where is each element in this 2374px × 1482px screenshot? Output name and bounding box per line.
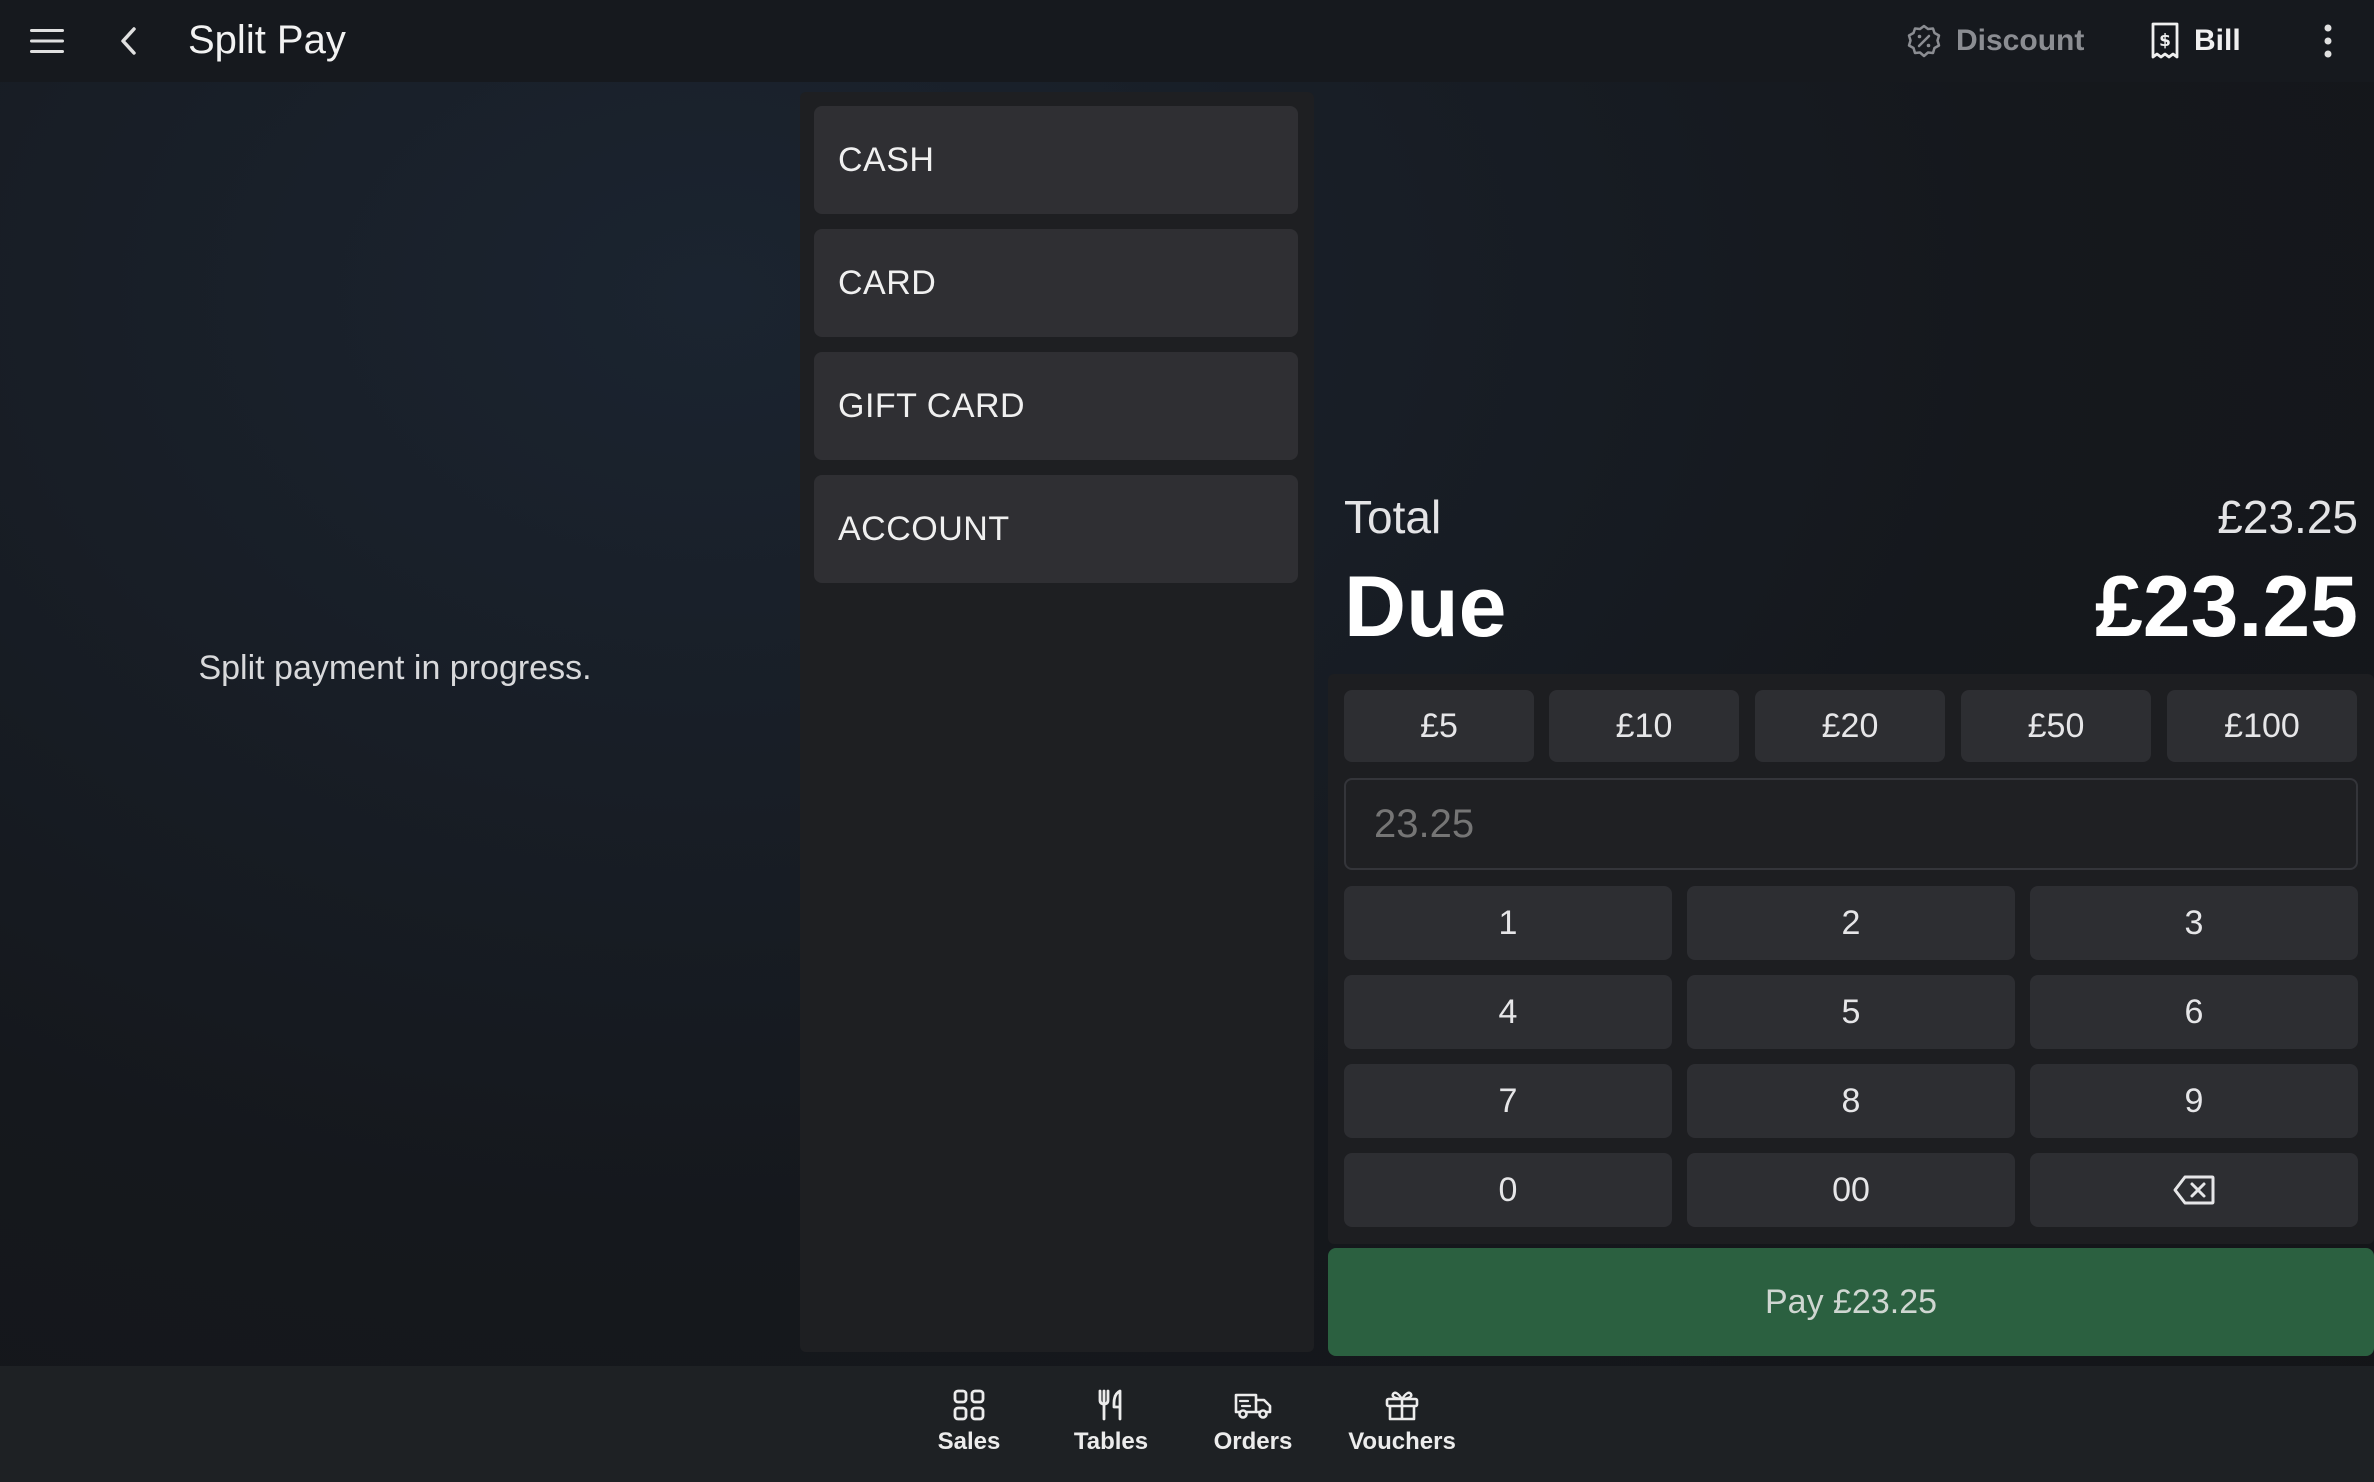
- bill-label: Bill: [2194, 24, 2241, 57]
- due-value: £23.25: [2094, 559, 2358, 655]
- nav-label-vouchers: Vouchers: [1348, 1428, 1456, 1455]
- receipt-dollar-icon: $: [2150, 22, 2180, 60]
- backspace-icon: [2173, 1175, 2215, 1205]
- payment-method-gift-card[interactable]: GIFT CARD: [814, 352, 1298, 460]
- keypad-key-00[interactable]: 00: [1687, 1153, 2015, 1227]
- payment-methods-panel: CASH CARD GIFT CARD ACCOUNT: [800, 92, 1314, 1352]
- more-vertical-icon[interactable]: [2300, 0, 2356, 82]
- keypad-key-6[interactable]: 6: [2030, 975, 2358, 1049]
- split-pay-screen: Split Pay Discount $ Bill Split payment …: [0, 0, 2374, 1482]
- payment-method-card[interactable]: CARD: [814, 229, 1298, 337]
- bill-button[interactable]: $ Bill: [2150, 16, 2241, 66]
- keypad-key-3[interactable]: 3: [2030, 886, 2358, 960]
- nav-label-orders: Orders: [1213, 1428, 1293, 1455]
- nav-item-tables[interactable]: Tables: [1046, 1388, 1176, 1466]
- discount-badge-icon: [1906, 23, 1942, 59]
- delivery-truck-icon: [1233, 1388, 1273, 1422]
- keypad-key-4[interactable]: 4: [1344, 975, 1672, 1049]
- grid-icon: [952, 1388, 986, 1422]
- keypad-key-9[interactable]: 9: [2030, 1064, 2358, 1138]
- payment-method-account[interactable]: ACCOUNT: [814, 475, 1298, 583]
- keypad-key-1[interactable]: 1: [1344, 886, 1672, 960]
- payment-entry-panel: Total £23.25 Due £23.25 £5 £10 £20 £50 £…: [1328, 82, 2374, 1356]
- utensils-icon: [1094, 1388, 1128, 1422]
- payment-method-cash[interactable]: CASH: [814, 106, 1298, 214]
- total-value: £23.25: [2217, 491, 2358, 543]
- amount-input[interactable]: [1344, 778, 2358, 870]
- top-bar: Split Pay Discount $ Bill: [0, 0, 2374, 82]
- nav-item-sales[interactable]: Sales: [904, 1388, 1034, 1466]
- bottom-navigation: Sales Tables Orders Vouchers: [0, 1366, 2374, 1482]
- nav-label-sales: Sales: [937, 1428, 1001, 1455]
- discount-label: Discount: [1956, 24, 2085, 57]
- pay-button[interactable]: Pay £23.25: [1328, 1248, 2374, 1356]
- nav-item-vouchers[interactable]: Vouchers: [1337, 1388, 1467, 1466]
- total-row: Total £23.25: [1344, 490, 2358, 544]
- keypad-key-5[interactable]: 5: [1687, 975, 2015, 1049]
- quick-amount-100-button[interactable]: £100: [2167, 690, 2357, 762]
- nav-label-tables: Tables: [1073, 1428, 1149, 1455]
- page-title: Split Pay: [188, 18, 346, 62]
- quick-amount-5-button[interactable]: £5: [1344, 690, 1534, 762]
- keypad-key-7[interactable]: 7: [1344, 1064, 1672, 1138]
- due-label: Due: [1344, 559, 1507, 655]
- hamburger-menu-icon[interactable]: [20, 0, 76, 82]
- keypad-backspace-button[interactable]: [2030, 1153, 2358, 1227]
- back-arrow-icon[interactable]: [100, 0, 156, 82]
- total-label: Total: [1344, 491, 1442, 543]
- quick-amount-10-button[interactable]: £10: [1549, 690, 1739, 762]
- quick-amount-50-button[interactable]: £50: [1961, 690, 2151, 762]
- keypad-key-0[interactable]: 0: [1344, 1153, 1672, 1227]
- nav-item-orders[interactable]: Orders: [1188, 1388, 1318, 1466]
- keypad-key-8[interactable]: 8: [1687, 1064, 2015, 1138]
- gift-icon: [1384, 1388, 1420, 1422]
- keypad-area: £5 £10 £20 £50 £100 1 2 3 4 5 6 7 8 9 0 …: [1328, 674, 2374, 1244]
- discount-button[interactable]: Discount: [1906, 16, 2084, 66]
- svg-text:$: $: [2159, 31, 2171, 51]
- keypad-key-2[interactable]: 2: [1687, 886, 2015, 960]
- split-status-message: Split payment in progress.: [198, 648, 592, 687]
- due-row: Due £23.25: [1344, 558, 2358, 657]
- quick-amount-20-button[interactable]: £20: [1755, 690, 1945, 762]
- split-status-panel: Split payment in progress.: [0, 90, 798, 1356]
